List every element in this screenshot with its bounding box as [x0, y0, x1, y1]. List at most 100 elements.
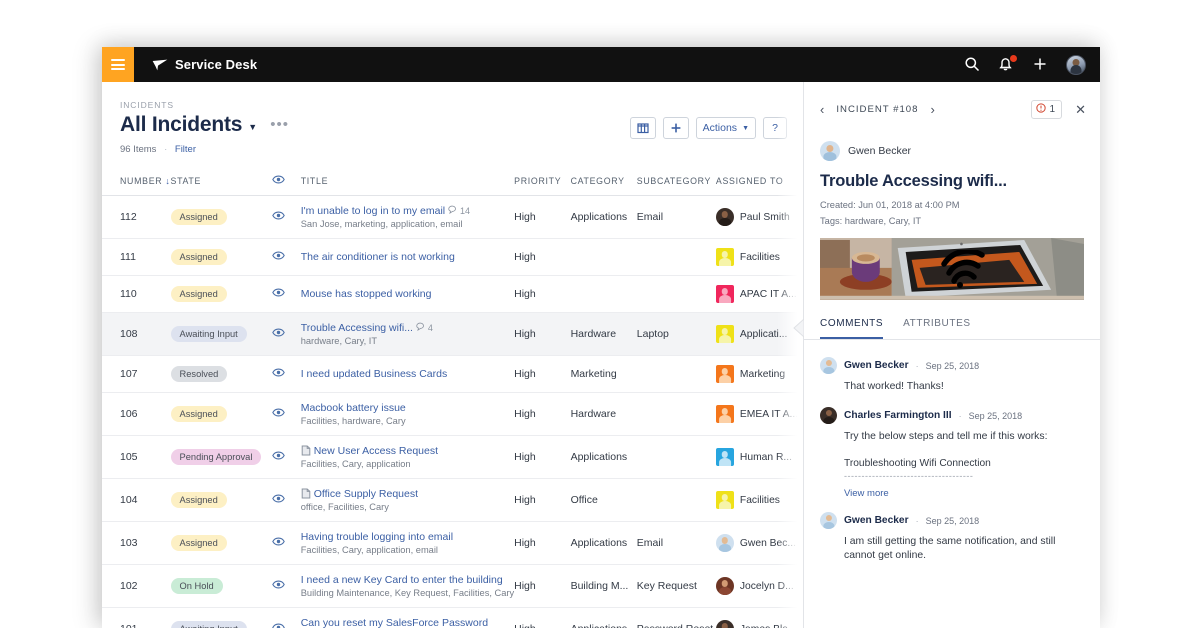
row-title-link[interactable]: Trouble Accessing wifi... 4: [301, 322, 514, 334]
cell-title: I need a new Key Card to enter the build…: [301, 565, 514, 608]
bell-icon[interactable]: [998, 56, 1016, 74]
cell-state: Assigned: [171, 276, 273, 313]
row-tags: office, Facilities, Cary: [301, 502, 514, 512]
cell-priority: High: [514, 356, 570, 393]
hamburger-icon: [111, 57, 125, 73]
table-row[interactable]: 103AssignedHaving trouble logging into e…: [102, 522, 803, 565]
eye-icon[interactable]: [272, 368, 285, 377]
table-row[interactable]: 112AssignedI'm unable to log in to my em…: [102, 196, 803, 239]
cell-watch[interactable]: [272, 356, 301, 393]
eye-icon[interactable]: [272, 623, 285, 628]
filter-link[interactable]: Filter: [175, 144, 196, 155]
actions-button[interactable]: Actions ▼: [696, 117, 756, 139]
plus-icon[interactable]: [1032, 56, 1050, 74]
brand[interactable]: Service Desk: [152, 57, 257, 72]
cell-category: Hardware: [571, 393, 637, 436]
chevron-left-icon[interactable]: ‹: [820, 103, 824, 116]
row-title-link[interactable]: Mouse has stopped working: [301, 288, 514, 300]
cell-watch[interactable]: [272, 436, 301, 479]
chevron-right-icon[interactable]: ›: [930, 103, 934, 116]
cell-state: Assigned: [171, 393, 273, 436]
cell-watch[interactable]: [272, 239, 301, 276]
add-button[interactable]: [663, 117, 689, 139]
row-title-link[interactable]: Macbook battery issue: [301, 402, 514, 414]
eye-icon[interactable]: [272, 451, 285, 460]
row-title-link[interactable]: I need a new Key Card to enter the build…: [301, 574, 514, 586]
row-tags: Building Maintenance, Key Request, Facil…: [301, 588, 514, 598]
row-title-link[interactable]: The air conditioner is not working: [301, 251, 514, 263]
eye-icon[interactable]: [272, 328, 285, 337]
cell-watch[interactable]: [272, 479, 301, 522]
tab-attributes[interactable]: ATTRIBUTES: [903, 318, 970, 339]
table-row[interactable]: 105Pending ApprovalNew User Access Reque…: [102, 436, 803, 479]
cell-watch[interactable]: [272, 522, 301, 565]
row-title-link[interactable]: Having trouble logging into email: [301, 531, 514, 543]
avatar[interactable]: [1066, 55, 1086, 75]
column-header-priority[interactable]: PRIORITY: [514, 175, 570, 196]
eye-icon[interactable]: [272, 494, 285, 503]
cell-watch[interactable]: [272, 393, 301, 436]
cell-number: 111: [102, 239, 171, 276]
tab-comments[interactable]: COMMENTS: [820, 318, 883, 339]
close-icon[interactable]: ✕: [1075, 102, 1086, 118]
item-count: 96 Items: [120, 144, 156, 155]
table-row[interactable]: 107ResolvedI need updated Business Cards…: [102, 356, 803, 393]
view-more-link[interactable]: View more: [820, 481, 1084, 499]
alert-badge[interactable]: 1: [1031, 100, 1063, 119]
cell-watch[interactable]: [272, 276, 301, 313]
cell-category: Marketing: [571, 356, 637, 393]
table-row[interactable]: 101Awaiting InputCan you reset my SalesF…: [102, 608, 803, 628]
cell-category: Office: [571, 479, 637, 522]
row-tags: hardware, Cary, IT: [301, 336, 514, 346]
eye-icon[interactable]: [272, 408, 285, 417]
cell-watch[interactable]: [272, 608, 301, 628]
cell-assigned-to: Facilities: [716, 239, 803, 276]
detail-header-actions: 1 ✕: [1031, 100, 1086, 119]
table-row[interactable]: 104AssignedOffice Supply Requestoffice, …: [102, 479, 803, 522]
cell-subcategory: [637, 239, 716, 276]
row-title-link[interactable]: I'm unable to log in to my email 14: [301, 205, 514, 217]
avatar: [716, 577, 734, 595]
row-title-link[interactable]: Can you reset my SalesForce Password: [301, 617, 514, 628]
table-row[interactable]: 102On HoldI need a new Key Card to enter…: [102, 565, 803, 608]
cell-watch[interactable]: [272, 565, 301, 608]
cell-watch[interactable]: [272, 196, 301, 239]
eye-icon[interactable]: [272, 537, 285, 546]
table-row[interactable]: 111AssignedThe air conditioner is not wo…: [102, 239, 803, 276]
column-header-category[interactable]: CATEGORY: [571, 175, 637, 196]
column-header-state[interactable]: STATE: [171, 175, 273, 196]
attachment-image[interactable]: [820, 238, 1084, 300]
help-button[interactable]: ?: [763, 117, 787, 139]
cell-subcategory: [637, 356, 716, 393]
column-header-number[interactable]: NUMBER↓: [102, 175, 171, 196]
search-icon[interactable]: [964, 56, 982, 74]
eye-icon[interactable]: [272, 288, 285, 297]
column-header-title[interactable]: TITLE: [301, 175, 514, 196]
eye-icon[interactable]: [272, 580, 285, 589]
table-row[interactable]: 108Awaiting InputTrouble Accessing wifi.…: [102, 313, 803, 356]
document-icon: [301, 488, 311, 499]
selected-row-pointer: [792, 319, 804, 339]
hamburger-menu-icon[interactable]: [102, 47, 134, 82]
status-badge: Assigned: [171, 286, 227, 302]
more-options-icon[interactable]: •••: [270, 116, 289, 133]
row-title-link[interactable]: I need updated Business Cards: [301, 368, 514, 380]
avatar: [716, 325, 734, 343]
row-title-link[interactable]: New User Access Request: [301, 445, 514, 457]
column-header-assigned-to[interactable]: ASSIGNED TO: [716, 175, 803, 196]
cell-watch[interactable]: [272, 313, 301, 356]
cell-title: I'm unable to log in to my email 14San J…: [301, 196, 514, 239]
eye-icon[interactable]: [272, 211, 285, 220]
meta-separator: ·: [164, 144, 167, 155]
cell-priority: High: [514, 196, 570, 239]
table-row[interactable]: 110AssignedMouse has stopped workingHigh…: [102, 276, 803, 313]
row-title-link[interactable]: Office Supply Request: [301, 488, 514, 500]
table-row[interactable]: 106AssignedMacbook battery issueFaciliti…: [102, 393, 803, 436]
cell-priority: High: [514, 479, 570, 522]
column-header-subcategory[interactable]: SUBCATEGORY: [637, 175, 716, 196]
comment-separator: ·: [959, 411, 962, 421]
eye-icon[interactable]: [272, 251, 285, 260]
columns-button[interactable]: [630, 117, 656, 139]
chevron-down-icon[interactable]: ▼: [248, 122, 257, 132]
page-title: All Incidents: [120, 113, 242, 137]
